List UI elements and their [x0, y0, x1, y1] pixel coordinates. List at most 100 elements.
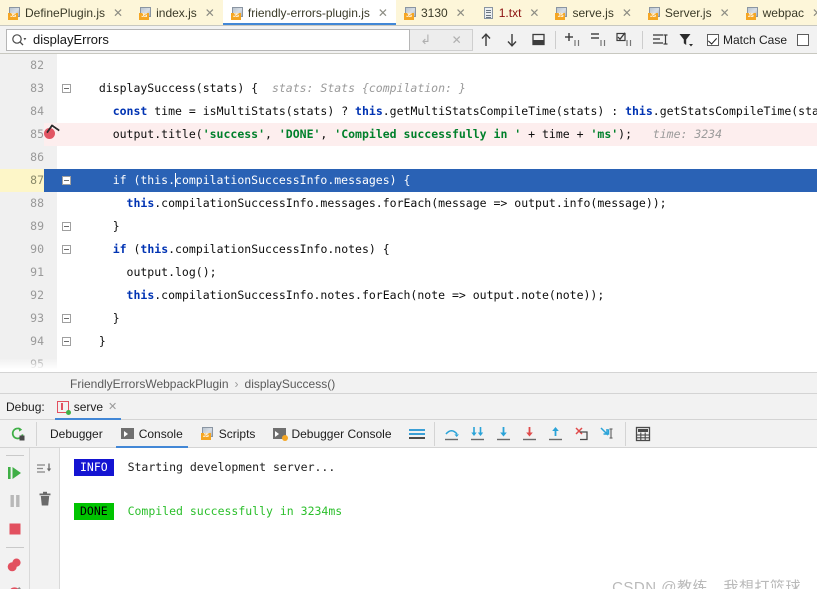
- filter-results-button[interactable]: [648, 28, 672, 52]
- breakpoint-icon[interactable]: [44, 128, 55, 139]
- run-to-cursor-button[interactable]: [570, 422, 594, 446]
- code-text: output.log();: [85, 265, 217, 279]
- toggle-line-button[interactable]: [613, 28, 637, 52]
- code-line[interactable]: 85 output.title('success', 'DONE', 'Comp…: [0, 123, 817, 146]
- step-out-button[interactable]: [544, 422, 568, 446]
- step-into-button[interactable]: [466, 422, 490, 446]
- breadcrumb[interactable]: FriendlyErrorsWebpackPlugin › displaySucce…: [0, 372, 817, 394]
- code-line[interactable]: 91 output.log();: [0, 261, 817, 284]
- search-history-return-icon[interactable]: ↲: [420, 32, 431, 48]
- js-file-icon: JS: [200, 427, 214, 440]
- scroll-to-end-button[interactable]: [30, 454, 60, 484]
- tab-debugger-console[interactable]: Debugger Console: [264, 420, 400, 448]
- code-line[interactable]: 95: [0, 353, 817, 372]
- editor-tab-serve-js[interactable]: JS serve.js ✕: [547, 0, 640, 25]
- close-icon[interactable]: ✕: [112, 7, 124, 19]
- select-all-occurrences-button[interactable]: [526, 28, 550, 52]
- view-breakpoints-button[interactable]: [0, 551, 30, 579]
- fold-toggle-icon[interactable]: [62, 314, 71, 323]
- debug-session-tab-serve[interactable]: serve ✕: [51, 394, 126, 420]
- code-editor[interactable]: 82 83 displaySuccess(stats) { stats: Stat…: [0, 54, 817, 372]
- line-number: 83: [30, 81, 44, 95]
- remove-line-button[interactable]: [587, 28, 611, 52]
- close-icon[interactable]: ✕: [377, 7, 389, 19]
- editor-tab-index-js[interactable]: JS index.js ✕: [131, 0, 223, 25]
- close-icon[interactable]: ✕: [811, 7, 817, 19]
- line-number: 90: [30, 242, 44, 256]
- code-line[interactable]: 83 displaySuccess(stats) { stats: Stats …: [0, 77, 817, 100]
- fold-toggle-icon[interactable]: [62, 222, 71, 231]
- fold-toggle-icon[interactable]: [62, 84, 71, 93]
- resume-program-button[interactable]: [0, 459, 30, 487]
- tab-console[interactable]: Console: [112, 420, 192, 448]
- close-icon[interactable]: ✕: [108, 400, 117, 413]
- editor-tab-label: serve.js: [572, 6, 614, 20]
- breadcrumb-item[interactable]: displaySuccess(): [245, 377, 336, 391]
- fold-toggle-icon[interactable]: [62, 245, 71, 254]
- console-output[interactable]: INFO Starting development server... DONE …: [60, 448, 817, 589]
- breadcrumb-item[interactable]: FriendlyErrorsWebpackPlugin: [70, 377, 229, 391]
- editor-tab-1-txt[interactable]: 1.txt ✕: [473, 0, 548, 25]
- code-line[interactable]: 93 }: [0, 307, 817, 330]
- code-line[interactable]: 82: [0, 54, 817, 77]
- rerun-button[interactable]: [4, 420, 32, 448]
- tab-debugger[interactable]: Debugger: [41, 420, 112, 448]
- stop-button[interactable]: [0, 515, 30, 543]
- editor-tab-webpac[interactable]: JSwebpac ✕: [737, 0, 817, 25]
- editor-tab-friendly-errors-plugin-js[interactable]: JS friendly-errors-plugin.js ✕: [222, 0, 397, 25]
- pause-program-button[interactable]: [0, 487, 30, 515]
- editor-tab-defineplugin-js[interactable]: JS DefinePlugin.js ✕: [0, 0, 132, 25]
- words-option[interactable]: [797, 33, 810, 46]
- mute-breakpoints-button[interactable]: [0, 579, 30, 589]
- editor-tab-3130[interactable]: JS 3130 ✕: [395, 0, 474, 25]
- close-icon[interactable]: ✕: [719, 7, 731, 19]
- js-file-icon: JS: [745, 6, 759, 20]
- force-step-into-button[interactable]: [492, 422, 516, 446]
- funnel-button[interactable]: [674, 28, 698, 52]
- search-icon[interactable]: [11, 33, 27, 47]
- code-line[interactable]: 88 this.compilationSuccessInfo.messages.…: [0, 192, 817, 215]
- code-lines[interactable]: 82 83 displaySuccess(stats) { stats: Stat…: [0, 54, 817, 372]
- search-input-wrapper[interactable]: [6, 28, 410, 51]
- code-line[interactable]: 89 }: [0, 215, 817, 238]
- debug-session-name: serve: [73, 399, 104, 414]
- code-line[interactable]: 92 this.compilationSuccessInfo.notes.for…: [0, 284, 817, 307]
- editor-tab-label: 1.txt: [498, 6, 522, 20]
- code-line[interactable]: 86: [0, 146, 817, 169]
- step-over-button[interactable]: [440, 422, 464, 446]
- evaluate-expression-button[interactable]: [596, 422, 620, 446]
- calculator-button[interactable]: [631, 422, 655, 446]
- smart-step-into-button[interactable]: [518, 422, 542, 446]
- match-case-option[interactable]: Match Case: [707, 33, 787, 47]
- line-number: 86: [30, 150, 44, 164]
- tab-scripts[interactable]: JS Scripts: [192, 420, 265, 448]
- js-file-icon: JS: [647, 6, 661, 20]
- editor-tab-label: friendly-errors-plugin.js: [247, 6, 370, 20]
- close-icon[interactable]: ✕: [204, 7, 216, 19]
- clear-all-button[interactable]: [30, 484, 60, 514]
- close-icon[interactable]: ✕: [452, 33, 462, 47]
- code-line[interactable]: 90 if (this.compilationSuccessInfo.notes…: [0, 238, 817, 261]
- search-input[interactable]: [31, 30, 405, 49]
- words-checkbox[interactable]: [797, 33, 810, 46]
- close-icon[interactable]: ✕: [455, 7, 467, 19]
- console-text: Compiled successfully in 3234ms: [127, 504, 343, 518]
- match-case-checkbox[interactable]: [707, 33, 719, 46]
- code-text: this.compilationSuccessInfo.messages.for…: [126, 196, 667, 210]
- find-previous-button[interactable]: [474, 28, 498, 52]
- editor-tab-label: Server.js: [664, 6, 712, 20]
- show-options-menu-button[interactable]: [405, 422, 429, 446]
- fold-toggle-icon[interactable]: [62, 176, 71, 185]
- hamburger-icon: [408, 428, 425, 440]
- find-next-button[interactable]: [500, 28, 524, 52]
- code-line[interactable]: 94 }: [0, 330, 817, 353]
- console-text: Starting development server...: [127, 460, 336, 474]
- code-line[interactable]: 87 if (this.compilationSuccessInfo.messa…: [0, 169, 817, 192]
- editor-tab-server-js[interactable]: JS Server.js ✕: [639, 0, 738, 25]
- add-line-button[interactable]: [561, 28, 585, 52]
- close-icon[interactable]: ✕: [621, 7, 633, 19]
- tab-scripts-label: Scripts: [218, 426, 256, 441]
- fold-toggle-icon[interactable]: [62, 337, 71, 346]
- code-line[interactable]: 84 const time = isMultiStats(stats) ? th…: [0, 100, 817, 123]
- close-icon[interactable]: ✕: [528, 7, 540, 19]
